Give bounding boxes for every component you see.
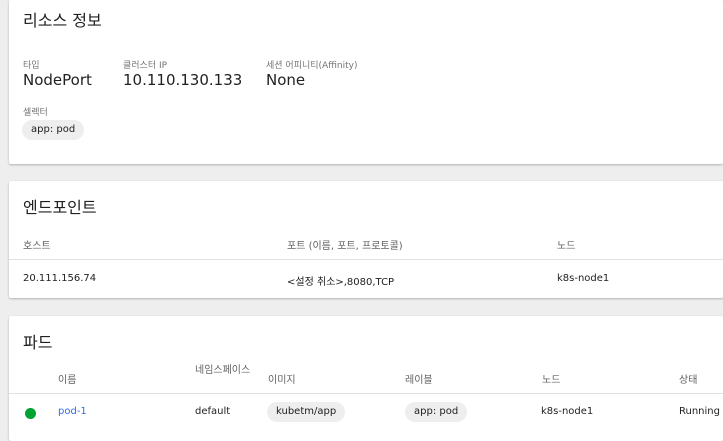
column-header-labels: 레이블 xyxy=(405,375,433,386)
pods-title: 파드 xyxy=(23,333,53,352)
endpoints-card: 엔드포인트 호스트 포트 (이름, 포트, 프로토콜) 노드 20.111.15… xyxy=(9,181,723,298)
resource-info-title: 리소스 정보 xyxy=(23,11,102,30)
column-header-images: 이미지 xyxy=(268,375,296,386)
pod-node: k8s-node1 xyxy=(541,406,594,417)
endpoint-host: 20.111.156.74 xyxy=(23,273,97,284)
status-running-icon xyxy=(25,408,36,419)
endpoints-title: 엔드포인트 xyxy=(23,198,97,217)
column-header-node: 노드 xyxy=(542,375,561,386)
pods-card: 파드 이름 네임스페이스 이미지 레이블 노드 상태 pod-1 default… xyxy=(9,316,723,441)
column-header-ports: 포트 (이름, 포트, 프로토콜) xyxy=(287,241,403,252)
type-label: 타입 xyxy=(23,61,40,71)
image-chip: kubetm/app xyxy=(267,402,346,422)
session-affinity-value: None xyxy=(266,71,306,89)
header-divider xyxy=(9,259,723,260)
endpoint-node: k8s-node1 xyxy=(557,273,610,284)
endpoint-ports: <설정 취소>,8080,TCP xyxy=(287,277,395,288)
session-affinity-label: 세션 어피니티(Affinity) xyxy=(266,61,358,71)
column-header-node: 노드 xyxy=(557,241,576,252)
column-header-name: 이름 xyxy=(58,375,77,386)
selector-label: 셀렉터 xyxy=(23,108,48,118)
header-divider xyxy=(9,393,723,394)
resource-info-card: 리소스 정보 타입 NodePort 클러스터 IP 10.110.130.13… xyxy=(9,0,723,164)
pod-status: Running xyxy=(679,406,720,417)
label-chip: app: pod xyxy=(405,402,468,422)
cluster-ip-value: 10.110.130.133 xyxy=(123,71,243,89)
pod-name-link[interactable]: pod-1 xyxy=(58,406,87,417)
type-value: NodePort xyxy=(23,71,92,89)
cluster-ip-label: 클러스터 IP xyxy=(123,61,168,71)
column-header-host: 호스트 xyxy=(23,241,51,252)
column-header-status: 상태 xyxy=(679,375,698,386)
column-header-namespace: 네임스페이스 xyxy=(195,365,251,376)
selector-chip: app: pod xyxy=(22,120,85,140)
pod-namespace: default xyxy=(195,406,231,417)
